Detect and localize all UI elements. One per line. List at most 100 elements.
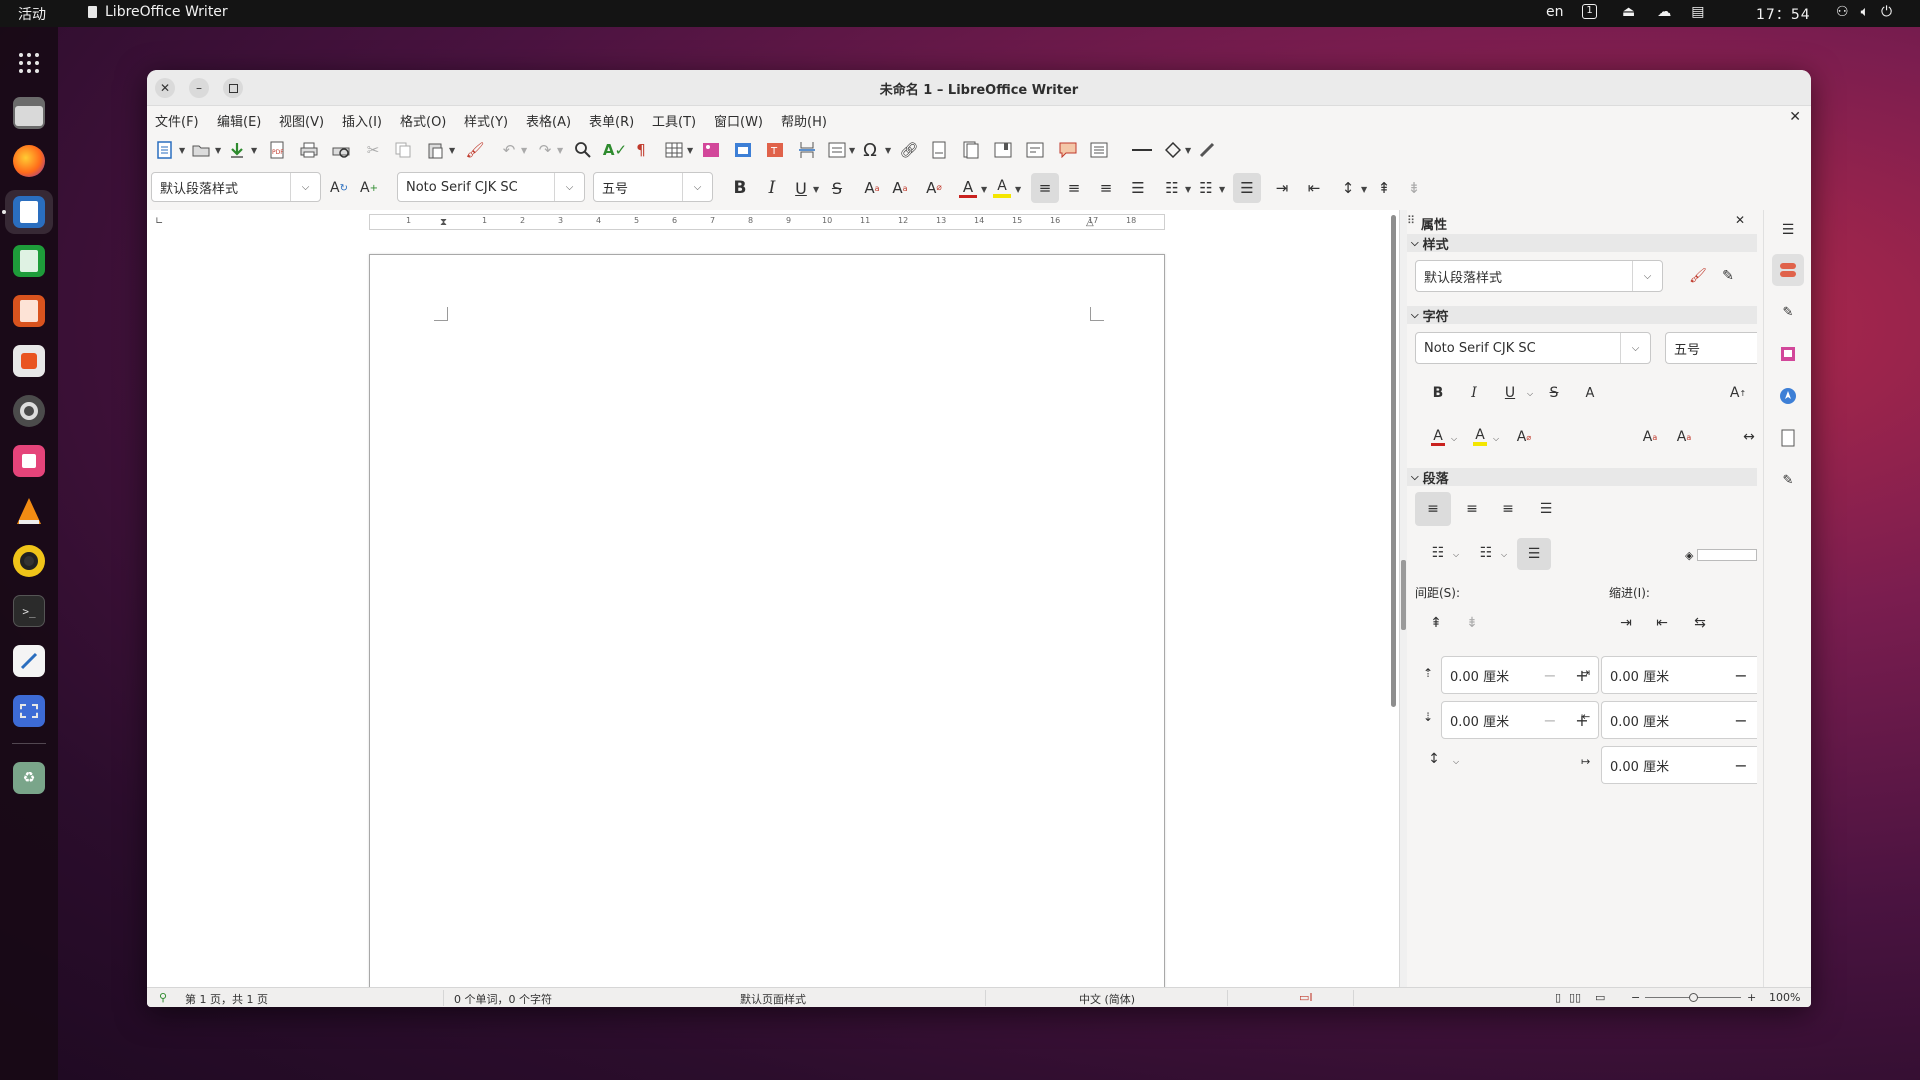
decrement-icon[interactable]: − <box>1534 666 1566 685</box>
align-right-icon[interactable]: ≡ <box>1095 176 1117 200</box>
align-left-button[interactable]: ≡ <box>1031 173 1059 203</box>
decrement-icon[interactable]: − <box>1725 666 1757 685</box>
zoom-slider-handle[interactable] <box>1689 993 1698 1002</box>
subscript-icon[interactable]: Aa <box>889 176 911 200</box>
multi-page-view-icon[interactable]: ▯▯ <box>1569 991 1581 1004</box>
right-indent-marker[interactable]: △ <box>1086 217 1094 228</box>
decrease-spacing-icon[interactable]: ⇟ <box>1403 176 1425 200</box>
menu-file[interactable]: 文件(F) <box>155 111 199 130</box>
endnote-icon[interactable] <box>961 138 981 162</box>
italic-icon[interactable]: I <box>761 176 783 200</box>
redo-icon[interactable]: ↷ <box>535 138 555 162</box>
sidebar-bold-icon[interactable]: B <box>1423 378 1453 408</box>
zoom-out-icon[interactable]: − <box>1631 991 1640 1004</box>
word-count[interactable]: 0 个单词，0 个字符 <box>454 991 552 1007</box>
insert-chart-icon[interactable] <box>733 138 753 162</box>
sidebar-shadow-icon[interactable]: A <box>1575 378 1605 408</box>
open-folder-icon[interactable] <box>191 138 211 162</box>
impress-icon[interactable] <box>13 295 45 327</box>
paragraph-style-combo[interactable]: 默认段落样式 ⌵ <box>151 172 321 202</box>
sidebar-grow-font-icon[interactable]: A ↑ <box>1723 378 1753 408</box>
chevron-down-icon[interactable]: ⌵ <box>1527 389 1533 399</box>
chevron-down-icon[interactable]: ▼ <box>687 146 693 155</box>
sidebar-highlight-icon[interactable]: A <box>1465 422 1495 452</box>
highlight-color-icon[interactable]: A <box>991 176 1013 200</box>
basic-shapes-icon[interactable] <box>1163 138 1183 162</box>
sidebar-font-name-combo[interactable]: Noto Serif CJK SC ⌵ <box>1415 332 1651 364</box>
style-inspector-tab-icon[interactable]: ✎ <box>1772 464 1804 496</box>
decrement-icon[interactable]: − <box>1534 711 1566 730</box>
undo-icon[interactable]: ↶ <box>499 138 519 162</box>
software-icon[interactable] <box>13 345 45 377</box>
sidebar-font-size-combo[interactable]: 五号 <box>1665 332 1757 364</box>
app-store-icon[interactable] <box>13 445 45 477</box>
tab-stop-icon[interactable]: ∟ <box>155 216 163 227</box>
chevron-down-icon[interactable]: ▼ <box>1219 185 1225 194</box>
track-changes-icon[interactable] <box>1089 138 1109 162</box>
decrease-paragraph-spacing-icon[interactable]: ⇟ <box>1457 608 1487 638</box>
bullet-list-icon[interactable]: ☷ <box>1161 176 1183 200</box>
fill-format-icon[interactable]: 🖌︎ <box>1683 261 1713 291</box>
app-menu[interactable]: LibreOffice Writer <box>88 4 228 20</box>
new-document-icon[interactable] <box>155 138 175 162</box>
chevron-down-icon[interactable]: ⌵ <box>682 173 712 201</box>
chevron-down-icon[interactable]: ⌵ <box>1451 434 1457 444</box>
chevron-down-icon[interactable]: ▼ <box>1015 185 1021 194</box>
navigator-tab-icon[interactable] <box>1772 380 1804 412</box>
cloud-icon[interactable]: ☁ <box>1657 4 1671 20</box>
page-break-icon[interactable] <box>797 138 817 162</box>
sidebar-align-left-button[interactable]: ≡ <box>1415 492 1451 526</box>
sidebar-align-center-icon[interactable]: ≡ <box>1457 494 1487 524</box>
insert-image-icon[interactable] <box>701 138 721 162</box>
find-replace-icon[interactable] <box>573 138 593 162</box>
clone-formatting-icon[interactable]: 🖌︎ <box>465 138 485 162</box>
settings-icon[interactable] <box>13 395 45 427</box>
insert-textbox-icon[interactable]: T <box>765 138 785 162</box>
sidebar-bullet-list-icon[interactable]: ☷ <box>1423 538 1453 568</box>
menu-help[interactable]: 帮助(H) <box>781 111 827 130</box>
paste-icon[interactable] <box>425 138 445 162</box>
footnote-icon[interactable] <box>929 138 949 162</box>
tray-workspace[interactable]: 1 <box>1582 4 1597 19</box>
menu-insert[interactable]: 插入(I) <box>342 111 382 130</box>
title-bar[interactable]: ✕ – 未命名 1 – LibreOffice Writer <box>147 70 1811 106</box>
signature-icon[interactable]: ⚲ <box>159 991 167 1004</box>
increase-indent-icon[interactable]: ⇥ <box>1271 176 1293 200</box>
numbered-list-icon[interactable]: ☷ <box>1195 176 1217 200</box>
increase-indent-icon[interactable]: ⇥ <box>1611 608 1641 638</box>
sidebar-splitter[interactable] <box>1399 210 1407 987</box>
chevron-down-icon[interactable]: ▼ <box>1185 146 1191 155</box>
print-icon[interactable] <box>299 138 319 162</box>
bookmark-icon[interactable] <box>993 138 1013 162</box>
chevron-down-icon[interactable]: ▼ <box>521 146 527 155</box>
chevron-down-icon[interactable]: ▼ <box>215 146 221 155</box>
paragraph-background-control[interactable]: ◈ <box>1685 548 1757 562</box>
font-size-combo[interactable]: 五号 ⌵ <box>593 172 713 202</box>
zoom-in-icon[interactable]: + <box>1747 991 1756 1004</box>
insert-table-icon[interactable] <box>663 138 685 162</box>
font-name-combo[interactable]: Noto Serif CJK SC ⌵ <box>397 172 585 202</box>
trash-icon[interactable]: ♻ <box>13 762 45 794</box>
clear-formatting-icon[interactable]: A ⌀ <box>923 176 945 200</box>
text-language[interactable]: 中文 (简体) <box>1079 991 1135 1007</box>
insert-line-icon[interactable] <box>1131 138 1153 162</box>
vlc-icon[interactable] <box>13 495 45 527</box>
insert-field-icon[interactable] <box>827 138 847 162</box>
chevron-down-icon[interactable]: ⌵ <box>1501 550 1507 560</box>
line-spacing-icon[interactable]: ↕ <box>1419 744 1449 774</box>
new-style-icon[interactable]: A + <box>357 176 381 200</box>
chevron-down-icon[interactable]: ▼ <box>251 146 257 155</box>
gallery-tab-icon[interactable] <box>1772 338 1804 370</box>
export-pdf-icon[interactable]: PDF <box>267 138 287 162</box>
chevron-down-icon[interactable]: ▼ <box>849 146 855 155</box>
cross-reference-icon[interactable] <box>1025 138 1045 162</box>
zoom-slider[interactable] <box>1645 993 1741 1002</box>
align-center-icon[interactable]: ≡ <box>1063 176 1085 200</box>
menu-tools[interactable]: 工具(T) <box>652 111 696 130</box>
screenshot-icon[interactable] <box>13 695 45 727</box>
menu-form[interactable]: 表单(R) <box>589 111 634 130</box>
chevron-down-icon[interactable]: ⌵ <box>554 173 584 201</box>
text-editor-icon[interactable] <box>13 645 45 677</box>
drag-handle-icon[interactable]: ⠿ <box>1407 214 1415 227</box>
chevron-down-icon[interactable]: ▼ <box>449 146 455 155</box>
